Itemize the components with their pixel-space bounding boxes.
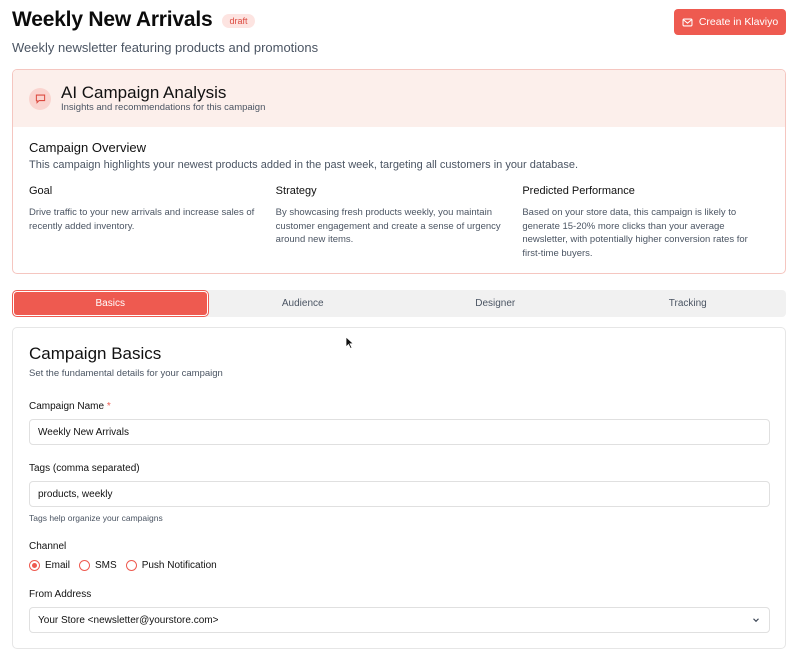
campaign-name-label: Campaign Name *: [29, 401, 769, 412]
channel-push-label: Push Notification: [141, 560, 217, 571]
tags-group: Tags (comma separated) Tags help organiz…: [29, 463, 770, 523]
channel-push-radio[interactable]: Push Notification: [125, 560, 217, 571]
ai-analysis-header: AI Campaign Analysis Insights and recomm…: [13, 70, 785, 127]
tab-designer[interactable]: Designer: [399, 292, 592, 315]
performance-section: Predicted Performance Based on your stor…: [522, 185, 769, 260]
strategy-section: Strategy By showcasing fresh products we…: [276, 185, 523, 260]
channel-options: Email SMS Push Notification: [29, 560, 769, 571]
tab-audience[interactable]: Audience: [207, 292, 400, 315]
performance-text: Based on your store data, this campaign …: [522, 207, 748, 259]
channel-email-radio[interactable]: Email: [29, 560, 70, 571]
overview-text: This campaign highlights your newest pro…: [29, 159, 579, 171]
goal-title: Goal: [29, 185, 53, 197]
goal-text: Drive traffic to your new arrivals and i…: [29, 207, 255, 232]
tags-label: Tags (comma separated): [29, 463, 140, 474]
ai-analysis-subtitle: Insights and recommendations for this ca…: [61, 102, 266, 113]
mouse-cursor-icon: [345, 336, 355, 350]
radio-unchecked-icon[interactable]: [125, 560, 137, 571]
tab-basics[interactable]: Basics: [14, 292, 207, 315]
basics-subtitle: Set the fundamental details for your cam…: [29, 368, 223, 379]
ai-analysis-card: AI Campaign Analysis Insights and recomm…: [12, 69, 786, 274]
tags-input[interactable]: [29, 481, 770, 507]
page-subtitle: Weekly newsletter featuring products and…: [12, 40, 319, 55]
overview-title: Campaign Overview: [29, 140, 147, 155]
campaign-name-group: Campaign Name *: [29, 401, 770, 445]
channel-sms-label: SMS: [95, 560, 117, 571]
from-address-value: Your Store <newsletter@yourstore.com>: [38, 614, 219, 626]
chat-icon: [29, 87, 51, 110]
strategy-text: By showcasing fresh products weekly, you…: [275, 207, 501, 245]
from-address-group: From Address Your Store <newsletter@your…: [29, 589, 770, 633]
create-button-label: Create in Klaviyo: [698, 16, 779, 28]
radio-unchecked-icon[interactable]: [79, 560, 91, 571]
ai-analysis-body: Campaign Overview This campaign highligh…: [13, 127, 785, 260]
performance-title: Predicted Performance: [522, 185, 635, 197]
chevron-down-icon: [753, 618, 759, 623]
campaign-tabs: Basics Audience Designer Tracking: [12, 290, 786, 317]
ai-analysis-title: AI Campaign Analysis: [61, 83, 227, 102]
campaign-name-input[interactable]: [29, 419, 770, 445]
tab-tracking[interactable]: Tracking: [592, 292, 785, 315]
channel-group: Channel Email SMS Push Notification: [29, 541, 769, 571]
campaign-name-label-text: Campaign Name: [29, 401, 105, 412]
goal-section: Goal Drive traffic to your new arrivals …: [29, 185, 276, 260]
create-in-klaviyo-button[interactable]: Create in Klaviyo: [674, 9, 786, 35]
from-address-label: From Address: [29, 589, 92, 600]
basics-title: Campaign Basics: [29, 344, 162, 363]
status-badge: draft: [222, 14, 255, 28]
required-mark: *: [106, 401, 111, 412]
tags-help-text: Tags help organize your campaigns: [29, 513, 163, 523]
channel-sms-radio[interactable]: SMS: [79, 560, 117, 571]
page-header: Weekly New Arrivals draft Weekly newslet…: [12, 8, 786, 58]
radio-checked-icon[interactable]: [29, 560, 40, 571]
page-title: Weekly New Arrivals: [12, 8, 213, 31]
from-address-select[interactable]: Your Store <newsletter@yourstore.com>: [29, 607, 770, 633]
channel-email-label: Email: [45, 560, 71, 571]
mail-icon: [682, 18, 693, 26]
analysis-columns: Goal Drive traffic to your new arrivals …: [29, 185, 769, 260]
channel-label: Channel: [29, 541, 67, 552]
campaign-basics-card: Campaign Basics Set the fundamental deta…: [12, 327, 786, 649]
strategy-title: Strategy: [275, 185, 317, 197]
title-row: Weekly New Arrivals draft: [12, 8, 786, 32]
